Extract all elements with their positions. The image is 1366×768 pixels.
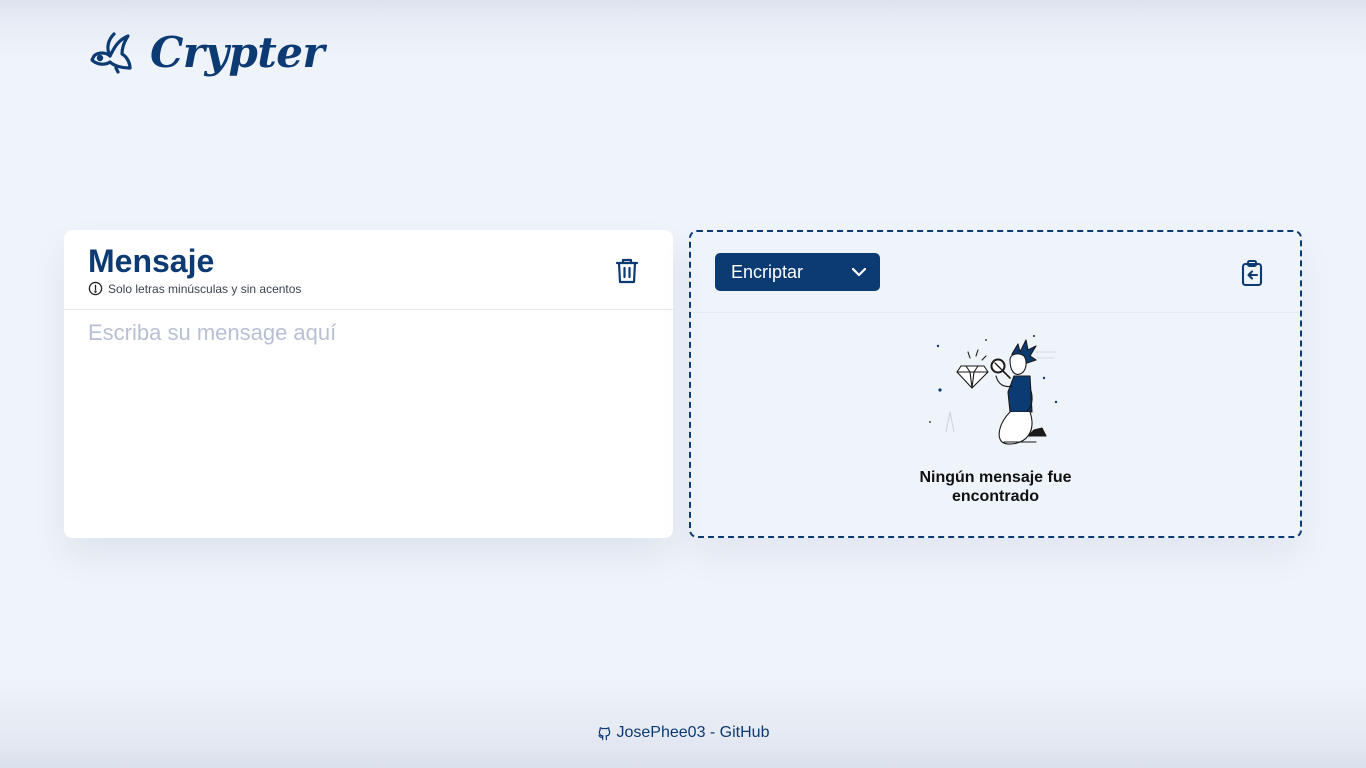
mode-select-value: Encriptar: [731, 261, 804, 282]
footer: JosePhee03 - GitHub: [0, 724, 1366, 742]
message-title: Mensaje: [88, 243, 215, 279]
github-link[interactable]: JosePhee03 - GitHub: [597, 724, 770, 742]
bottom-gradient: [0, 678, 1366, 768]
person-with-magnifier-illustration: [928, 335, 1057, 445]
message-input-card: Mensaje Solo letras minúsculas y sin ace…: [64, 230, 673, 538]
result-card-header: Encriptar: [691, 232, 1300, 313]
trash-icon: [615, 258, 639, 284]
clipboard-icon: [1241, 259, 1263, 287]
app-logo[interactable]: Crypter: [88, 24, 325, 80]
github-link-text: JosePhee03 - GitHub: [616, 724, 770, 741]
message-hint: Solo letras minúsculas y sin acentos: [88, 281, 301, 296]
info-icon: [88, 281, 103, 296]
app-name: Crypter: [150, 27, 325, 77]
bird-icon: [90, 32, 132, 74]
clear-message-button[interactable]: [613, 256, 641, 286]
result-card: Encriptar Ningún mensaje fue encontrado: [689, 230, 1302, 538]
empty-state-text: Ningún mensaje fue encontrado: [919, 469, 1072, 505]
message-hint-text: Solo letras minúsculas y sin acentos: [108, 281, 302, 296]
copy-result-button[interactable]: [1238, 258, 1266, 288]
mode-select[interactable]: Encriptar: [715, 253, 880, 291]
chevron-down-icon: [851, 267, 867, 277]
message-card-header: Mensaje Solo letras minúsculas y sin ace…: [64, 230, 673, 310]
github-icon: [597, 726, 610, 740]
message-textarea[interactable]: [88, 320, 648, 520]
empty-state: Ningún mensaje fue encontrado: [691, 332, 1300, 506]
